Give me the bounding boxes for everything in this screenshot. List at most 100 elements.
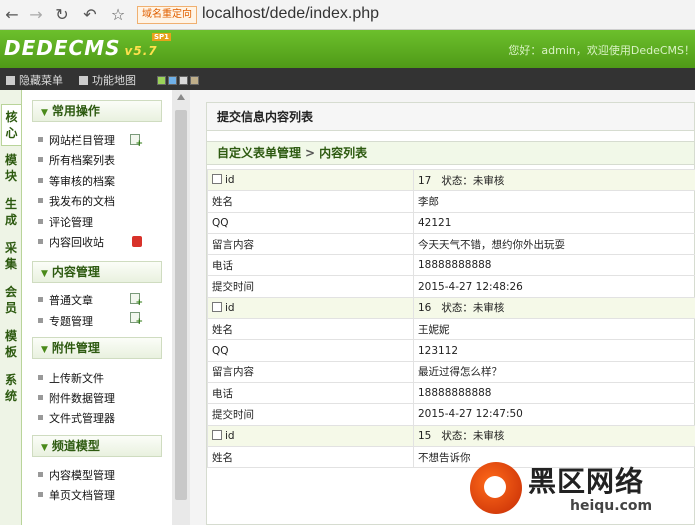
record-header-row: id 16 状态：未审核 (207, 296, 695, 320)
status-prefix: 状态： (441, 302, 473, 315)
field-value: 李郎 (413, 190, 695, 213)
sidebar-item-label: 单页文档管理 (49, 489, 115, 502)
forward-icon[interactable]: → (26, 5, 46, 25)
sidebar-item-content-models[interactable]: 内容模型管理 (38, 467, 115, 483)
back-icon[interactable]: ← (2, 5, 22, 25)
undo-icon[interactable]: ↶ (80, 5, 100, 25)
table-row: 提交时间 2015-4-27 12:48:26 (207, 275, 695, 298)
sidebar-item-all-docs[interactable]: 所有档案列表 (38, 152, 115, 168)
record-status: 未审核 (472, 174, 505, 187)
sidebar-item-label: 内容回收站 (49, 236, 104, 249)
function-map-label: 功能地图 (92, 74, 136, 87)
sidebar-item-my-docs[interactable]: 我发布的文档 (38, 193, 115, 209)
breadcrumb-separator: > (305, 146, 316, 160)
id-label: id (225, 174, 235, 187)
add-icon[interactable] (130, 312, 143, 327)
welcome-text: 您好：admin，欢迎使用DedeCMS！ (508, 44, 695, 57)
sidebar-item-articles[interactable]: 普通文章 (38, 292, 93, 308)
sidebar-item-upload[interactable]: 上传新文件 (38, 370, 104, 386)
sidebar-item-pending[interactable]: 等审核的档案 (38, 173, 115, 189)
record-status: 未审核 (472, 430, 505, 443)
add-icon[interactable] (130, 293, 143, 308)
select-checkbox[interactable] (212, 301, 222, 312)
field-value: 18888888888 (413, 254, 695, 277)
field-label: 姓名 (207, 318, 414, 341)
sidebar-item-label: 文件式管理器 (49, 412, 115, 425)
sidebar-item-topics[interactable]: 专题管理 (38, 313, 93, 329)
redirect-badge: 域名重定向 (137, 6, 197, 24)
sidebar-item-recycle-bin[interactable]: 内容回收站 (38, 234, 104, 250)
tab-generate[interactable]: 生成 (1, 192, 21, 234)
collapse-arrow-icon: ▼ (41, 269, 48, 279)
scroll-up-icon[interactable] (177, 94, 185, 100)
hide-menu-button[interactable]: 隐藏菜单 (6, 72, 63, 88)
id-cell: id (207, 424, 414, 447)
hide-menu-label: 隐藏菜单 (19, 74, 63, 87)
field-label: 留言内容 (207, 232, 414, 256)
id-status-cell: 17 状态：未审核 (413, 168, 695, 192)
field-value: 今天天气不错，想约你外出玩耍 (413, 232, 695, 256)
status-prefix: 状态： (441, 174, 473, 187)
tab-modules[interactable]: 模块 (1, 148, 21, 190)
table-row: QQ 42121 (207, 211, 695, 234)
sidebar-item-attachment-data[interactable]: 附件数据管理 (38, 390, 115, 406)
id-status-cell: 16 状态：未审核 (413, 296, 695, 320)
sidebar-item-comments[interactable]: 评论管理 (38, 214, 93, 230)
sidebar-item-label: 专题管理 (49, 315, 93, 328)
tab-system[interactable]: 系统 (1, 368, 21, 410)
recycle-bin-icon[interactable] (132, 236, 142, 247)
tab-members[interactable]: 会员 (1, 280, 21, 322)
sidebar-item-label: 普通文章 (49, 294, 93, 307)
logo-version: v5.7 (124, 44, 158, 58)
field-label: 电话 (207, 381, 414, 405)
breadcrumb-form-manage[interactable]: 自定义表单管理 (217, 146, 301, 160)
record-header-row: id 15 状态：未审核 (207, 424, 695, 447)
theme-swatch-gray[interactable] (179, 76, 188, 85)
select-checkbox[interactable] (212, 429, 222, 440)
sidebar-scrollbar[interactable] (172, 90, 190, 525)
menu-icon (6, 76, 15, 85)
id-cell: id (207, 296, 414, 320)
admin-toolbar: 隐藏菜单 功能地图 (0, 68, 695, 90)
group-title: 频道模型 (51, 439, 100, 453)
group-common[interactable]: ▼ 常用操作 (32, 100, 162, 122)
status-prefix: 状态： (441, 430, 473, 443)
sidebar-item-label: 评论管理 (49, 216, 93, 229)
logo-badge: SP1 (152, 33, 172, 41)
collapse-arrow-icon: ▼ (41, 345, 48, 355)
theme-swatch-tan[interactable] (190, 76, 199, 85)
add-icon[interactable] (130, 134, 143, 149)
group-attachments[interactable]: ▼ 附件管理 (32, 337, 162, 359)
watermark-subtitle: heiqu.com (570, 498, 653, 514)
group-content[interactable]: ▼ 内容管理 (32, 261, 162, 283)
app-header: DEDECMS v5.7 SP1 您好：admin，欢迎使用DedeCMS！ (0, 30, 695, 68)
address-bar[interactable]: localhost/dede/index.php (202, 4, 379, 24)
group-channel-models[interactable]: ▼ 频道模型 (32, 435, 162, 457)
sidebar-item-label: 附件数据管理 (49, 392, 115, 405)
bookmark-star-icon[interactable]: ☆ (108, 5, 128, 25)
sidebar-item-file-manager[interactable]: 文件式管理器 (38, 410, 115, 426)
field-label: 姓名 (207, 445, 414, 469)
field-value: 42121 (413, 211, 695, 234)
scroll-thumb[interactable] (175, 110, 187, 500)
table-row: 留言内容 最近过得怎么样？ (207, 360, 695, 383)
theme-swatch-green[interactable] (157, 76, 166, 85)
id-status-cell: 15 状态：未审核 (413, 424, 695, 447)
field-value: 王妮妮 (413, 318, 695, 341)
select-checkbox[interactable] (212, 174, 222, 185)
sidebar-item-catalog[interactable]: 网站栏目管理 (38, 132, 115, 148)
tab-collect[interactable]: 采集 (1, 236, 21, 278)
sidebar-item-single-pages[interactable]: 单页文档管理 (38, 487, 115, 503)
tab-templates[interactable]: 模板 (1, 324, 21, 366)
collapse-arrow-icon: ▼ (41, 443, 48, 453)
field-label: 电话 (207, 254, 414, 277)
record-id: 15 (418, 430, 432, 443)
theme-swatch-blue[interactable] (168, 76, 177, 85)
grid-icon (79, 76, 88, 85)
watermark-logo: 黑区网络 heiqu.com (470, 458, 695, 525)
function-map-button[interactable]: 功能地图 (79, 72, 136, 88)
refresh-icon[interactable]: ↻ (52, 5, 72, 25)
sidebar-item-label: 上传新文件 (49, 372, 104, 385)
table-row: 姓名 王妮妮 (207, 318, 695, 341)
tab-core[interactable]: 核心 (1, 104, 21, 146)
